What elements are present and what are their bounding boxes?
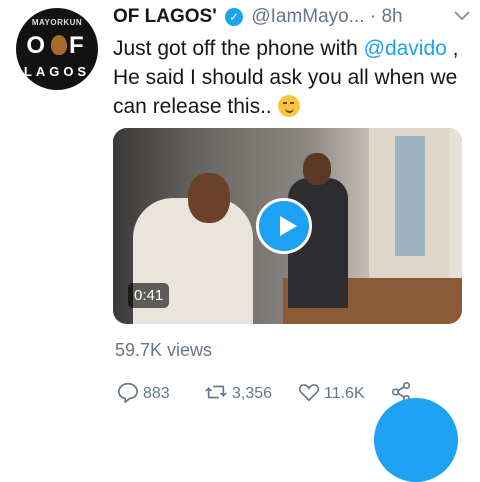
avatar-face-icon	[51, 35, 67, 55]
video-duration: 0:41	[128, 283, 170, 308]
avatar-letter-f: F	[69, 32, 88, 59]
video-door-glass	[395, 136, 425, 256]
reply-button[interactable]: 883	[117, 381, 170, 404]
display-name[interactable]: OF LAGOS'	[113, 6, 217, 27]
tweet-text: Just got off the phone with @davido , He…	[113, 34, 469, 121]
video-player[interactable]: 0:41	[113, 128, 462, 324]
like-count: 11.6K	[324, 385, 365, 402]
video-person-standing-head	[303, 153, 331, 185]
tweet-time[interactable]: 8h	[381, 6, 402, 27]
verified-badge-icon: ✓	[225, 8, 244, 26]
view-count: 59.7K views	[115, 340, 213, 360]
separator-dot: ·	[369, 6, 377, 27]
avatar-bottom-text: LAGOS	[23, 64, 91, 79]
heart-icon	[298, 384, 320, 402]
play-button-icon[interactable]	[256, 198, 312, 254]
user-handle[interactable]: @IamMayo...	[251, 6, 364, 27]
avatar-main-text: OF	[16, 32, 98, 60]
avatar-top-text: MAYORKUN	[31, 18, 83, 27]
tweet-header: OF LAGOS' ✓ @IamMayo... · 8h	[113, 6, 468, 30]
chevron-down-icon[interactable]	[454, 8, 470, 24]
compose-tweet-button[interactable]	[374, 398, 458, 482]
profile-avatar[interactable]: MAYORKUN OF LAGOS	[16, 8, 98, 90]
mention-link[interactable]: @davido	[364, 37, 447, 60]
video-person-front-head	[188, 173, 230, 223]
reply-count: 883	[143, 385, 170, 402]
retweet-icon	[205, 385, 227, 399]
like-button[interactable]: 11.6K	[298, 381, 365, 403]
retweet-count: 3,356	[232, 385, 273, 402]
smirk-emoji-icon	[277, 95, 300, 117]
reply-icon	[118, 382, 138, 404]
tweet-text-part1: Just got off the phone with	[113, 37, 364, 60]
avatar-letter-o: O	[26, 32, 49, 59]
retweet-button[interactable]: 3,356	[204, 381, 272, 403]
